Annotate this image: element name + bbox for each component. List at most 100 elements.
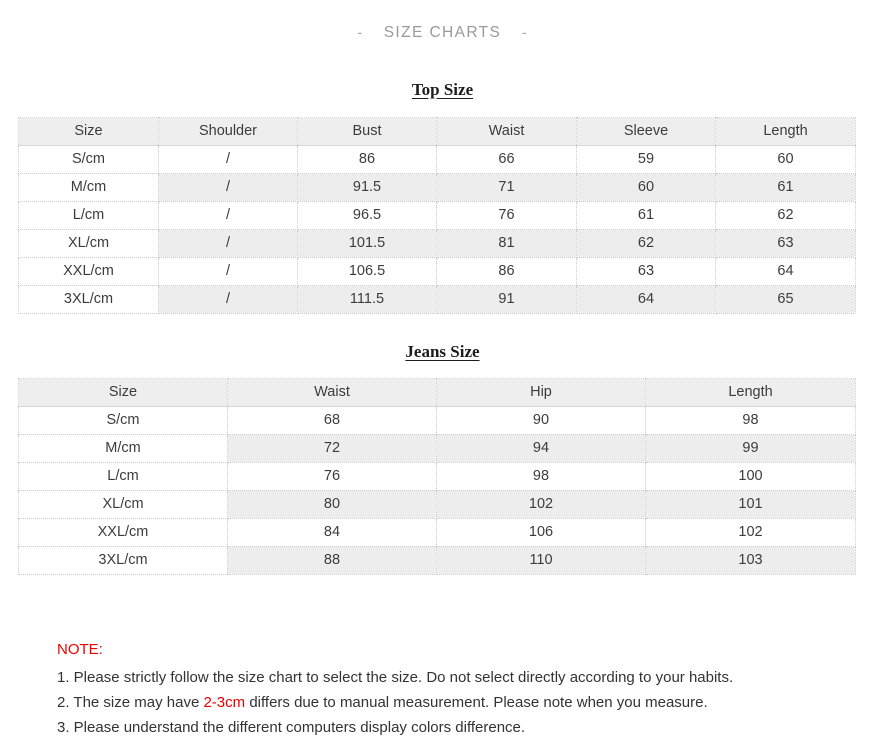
column-header: Length xyxy=(645,378,856,407)
value-cell: 72 xyxy=(227,434,437,463)
page-title: SIZE CHARTS xyxy=(383,24,502,41)
value-cell: 65 xyxy=(715,285,856,314)
value-cell: 102 xyxy=(436,490,646,519)
size-cell: M/cm xyxy=(18,173,159,202)
value-cell: 111.5 xyxy=(297,285,437,314)
value-cell: 80 xyxy=(227,490,437,519)
value-cell: 64 xyxy=(576,285,716,314)
table-row: M/cm 72 94 99 xyxy=(18,434,856,463)
table-row: M/cm / 91.5 71 60 61 xyxy=(18,173,856,202)
jeans-size-table-wrap: Size Waist Hip Length S/cm 68 90 98 M/cm… xyxy=(0,378,885,575)
value-cell: 84 xyxy=(227,518,437,547)
value-cell: 106 xyxy=(436,518,646,547)
size-cell: XXL/cm xyxy=(18,257,159,286)
value-cell: 63 xyxy=(576,257,716,286)
note-line-3: 3. Please understand the different compu… xyxy=(57,719,526,736)
value-cell: 99 xyxy=(645,434,856,463)
value-cell: 103 xyxy=(645,546,856,575)
value-cell: 91.5 xyxy=(297,173,437,202)
value-cell: 91 xyxy=(436,285,577,314)
table-row: S/cm / 86 66 59 60 xyxy=(18,145,856,174)
top-size-table-wrap: Size Shoulder Bust Waist Sleeve Length S… xyxy=(0,117,885,314)
note-line-2: 2. The size may have 2-3cm differs due t… xyxy=(57,690,885,715)
header-dash-left: - xyxy=(357,24,364,42)
column-header: Waist xyxy=(227,378,437,407)
size-cell: S/cm xyxy=(18,406,228,435)
value-cell: 61 xyxy=(576,201,716,230)
value-cell: 62 xyxy=(576,229,716,258)
size-cell: L/cm xyxy=(18,201,159,230)
value-cell: / xyxy=(158,229,298,258)
value-cell: 71 xyxy=(436,173,577,202)
top-size-table: Size Shoulder Bust Waist Sleeve Length S… xyxy=(18,117,856,314)
table-row: XL/cm 80 102 101 xyxy=(18,490,856,519)
table-header-row: Size Waist Hip Length xyxy=(18,378,856,407)
column-header: Sleeve xyxy=(576,117,716,146)
table-row: XXL/cm 84 106 102 xyxy=(18,518,856,547)
size-cell: M/cm xyxy=(18,434,228,463)
table-row: XL/cm / 101.5 81 62 63 xyxy=(18,229,856,258)
value-cell: 98 xyxy=(436,462,646,491)
value-cell: / xyxy=(158,201,298,230)
table-row: XXL/cm / 106.5 86 63 64 xyxy=(18,257,856,286)
value-cell: / xyxy=(158,257,298,286)
value-cell: / xyxy=(158,173,298,202)
column-header: Shoulder xyxy=(158,117,298,146)
size-cell: XL/cm xyxy=(18,490,228,519)
value-cell: 101 xyxy=(645,490,856,519)
value-cell: 90 xyxy=(436,406,646,435)
value-cell: 94 xyxy=(436,434,646,463)
page-header: - SIZE CHARTS - xyxy=(0,0,885,50)
size-cell: XXL/cm xyxy=(18,518,228,547)
value-cell: / xyxy=(158,285,298,314)
table-header-row: Size Shoulder Bust Waist Sleeve Length xyxy=(18,117,856,146)
column-header: Hip xyxy=(436,378,646,407)
column-header: Waist xyxy=(436,117,577,146)
note-heading: NOTE: xyxy=(57,641,103,658)
table-row: S/cm 68 90 98 xyxy=(18,406,856,435)
value-cell: 66 xyxy=(436,145,577,174)
note-line-2-part-2: differs due to manual measurement. Pleas… xyxy=(245,694,708,711)
value-cell: 81 xyxy=(436,229,577,258)
header-dash-right: - xyxy=(521,24,528,42)
value-cell: 88 xyxy=(227,546,437,575)
size-cell: S/cm xyxy=(18,145,159,174)
value-cell: 102 xyxy=(645,518,856,547)
value-cell: 76 xyxy=(227,462,437,491)
value-cell: 59 xyxy=(576,145,716,174)
size-cell: XL/cm xyxy=(18,229,159,258)
value-cell: 96.5 xyxy=(297,201,437,230)
value-cell: 98 xyxy=(645,406,856,435)
value-cell: 100 xyxy=(645,462,856,491)
value-cell: 60 xyxy=(715,145,856,174)
value-cell: 68 xyxy=(227,406,437,435)
value-cell: 60 xyxy=(576,173,716,202)
column-header: Bust xyxy=(297,117,437,146)
table-row: 3XL/cm / 111.5 91 64 65 xyxy=(18,285,856,314)
size-cell: 3XL/cm xyxy=(18,285,159,314)
column-header: Size xyxy=(18,117,159,146)
note-tolerance-highlight: 2-3cm xyxy=(203,694,246,711)
value-cell: 64 xyxy=(715,257,856,286)
table-row: 3XL/cm 88 110 103 xyxy=(18,546,856,575)
value-cell: / xyxy=(158,145,298,174)
size-cell: L/cm xyxy=(18,462,228,491)
value-cell: 106.5 xyxy=(297,257,437,286)
value-cell: 76 xyxy=(436,201,577,230)
value-cell: 62 xyxy=(715,201,856,230)
jeans-size-table: Size Waist Hip Length S/cm 68 90 98 M/cm… xyxy=(18,378,856,575)
value-cell: 61 xyxy=(715,173,856,202)
value-cell: 86 xyxy=(436,257,577,286)
table-row: L/cm 76 98 100 xyxy=(18,462,856,491)
value-cell: 63 xyxy=(715,229,856,258)
value-cell: 86 xyxy=(297,145,437,174)
note-line-1: 1. Please strictly follow the size chart… xyxy=(57,669,734,686)
note-block: NOTE: 1. Please strictly follow the size… xyxy=(0,637,885,740)
column-header: Length xyxy=(715,117,856,146)
jeans-size-title: Jeans Size xyxy=(405,342,480,361)
note-line-2-part-1: 2. The size may have xyxy=(57,694,204,711)
column-header: Size xyxy=(18,378,228,407)
size-cell: 3XL/cm xyxy=(18,546,228,575)
value-cell: 110 xyxy=(436,546,646,575)
